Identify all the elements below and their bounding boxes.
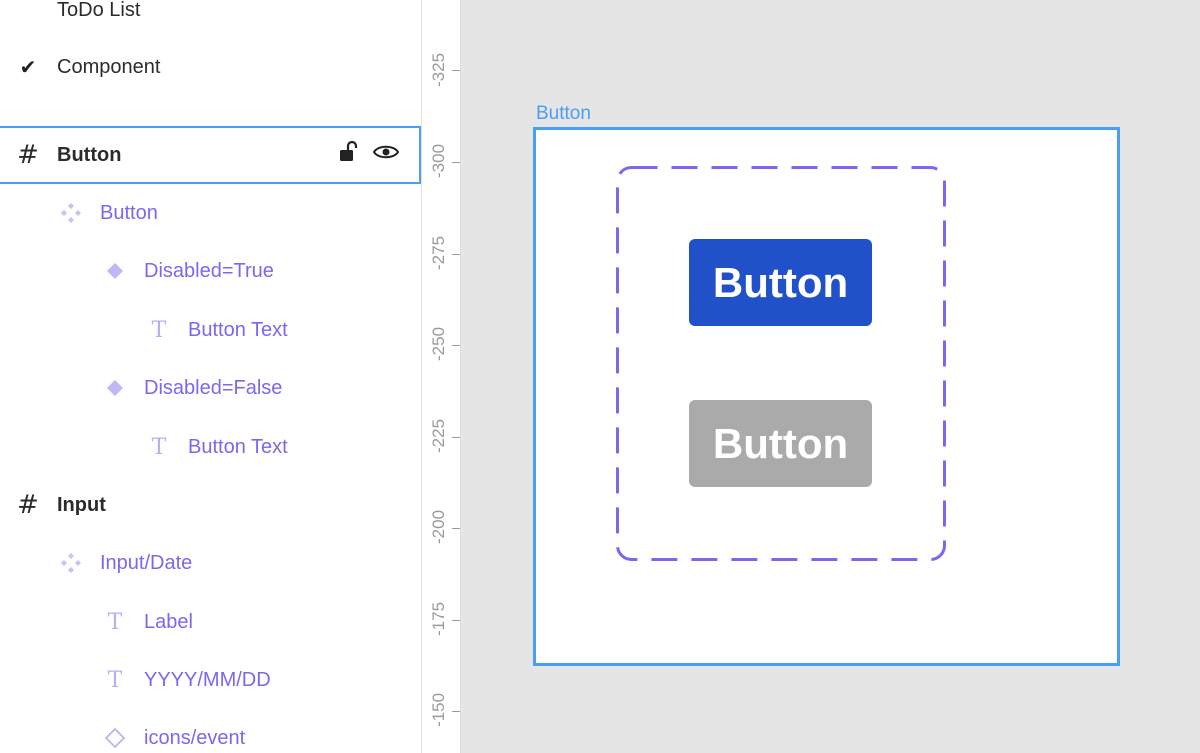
layer-text-label[interactable]: T Label xyxy=(0,602,421,642)
text-icon: T xyxy=(151,317,167,343)
layer-variant-disabled-true[interactable]: Disabled=True xyxy=(0,251,421,291)
layer-label: Disabled=True xyxy=(144,259,274,282)
layer-button-frame[interactable]: # Button xyxy=(0,126,421,184)
ruler-label: -275 xyxy=(429,235,448,270)
ruler-tick xyxy=(452,620,460,621)
frame-icon: # xyxy=(17,140,39,170)
vertical-ruler: -325 -300 -275 -250 -225 -200 -175 -150 xyxy=(422,0,461,753)
ruler-label: -250 xyxy=(429,326,448,361)
layer-label: Disabled=False xyxy=(144,376,283,399)
layers-panel: ToDo List ✔ Component # Button Button Di… xyxy=(0,0,422,753)
layer-label: icons/event xyxy=(144,726,246,749)
layer-label: Component xyxy=(57,55,161,78)
component-icon xyxy=(103,259,127,283)
frame-name-label[interactable]: Button xyxy=(536,103,591,125)
component-set-icon xyxy=(59,201,83,225)
layer-text-button-text[interactable]: T Button Text xyxy=(0,427,421,467)
layer-text-date[interactable]: T YYYY/MM/DD xyxy=(0,660,421,700)
checkmark-icon: ✔ xyxy=(19,56,37,79)
disabled-button-variant[interactable]: Button xyxy=(689,400,872,487)
component-icon xyxy=(103,376,127,400)
layer-label: Button Text xyxy=(188,318,288,341)
layer-input-frame[interactable]: # Input xyxy=(0,485,421,525)
layer-label: Label xyxy=(144,610,193,633)
ruler-label: -300 xyxy=(429,143,448,178)
text-icon: T xyxy=(151,434,167,460)
layer-instance-icons-event[interactable]: icons/event xyxy=(0,718,421,753)
ruler-label: -325 xyxy=(429,52,448,87)
component-set-icon xyxy=(59,551,83,575)
ruler-tick xyxy=(452,254,460,255)
ruler-tick xyxy=(452,528,460,529)
text-icon: T xyxy=(107,667,123,693)
layer-label: Button xyxy=(100,201,158,224)
ruler-tick xyxy=(452,70,460,71)
ruler-label: -225 xyxy=(429,418,448,453)
layer-text-button-text[interactable]: T Button Text xyxy=(0,310,421,350)
layer-label: ToDo List xyxy=(57,0,141,21)
ruler-label: -150 xyxy=(429,692,448,727)
layer-todo-list[interactable]: ToDo List xyxy=(0,0,421,30)
ruler-tick xyxy=(452,345,460,346)
layer-label: Button Text xyxy=(188,435,288,458)
text-icon: T xyxy=(107,609,123,635)
component-set-outline[interactable] xyxy=(616,166,946,561)
frame-icon: # xyxy=(17,490,39,520)
ruler-label: -175 xyxy=(429,601,448,636)
layer-label: Input/Date xyxy=(100,551,193,574)
ruler-tick xyxy=(452,711,460,712)
instance-icon xyxy=(103,726,127,750)
layer-label: Input xyxy=(57,493,106,516)
eye-icon[interactable] xyxy=(372,142,400,168)
layer-label: YYYY/MM/DD xyxy=(144,668,271,691)
layer-button-component-set[interactable]: Button xyxy=(0,193,421,233)
ruler-tick xyxy=(452,437,460,438)
layer-variant-disabled-false[interactable]: Disabled=False xyxy=(0,368,421,408)
ruler-tick xyxy=(452,162,460,163)
unlock-icon[interactable] xyxy=(339,140,359,170)
primary-button-variant[interactable]: Button xyxy=(689,239,872,326)
layer-component-page[interactable]: ✔ Component xyxy=(0,47,421,87)
layer-label: Button xyxy=(57,143,122,166)
layer-input-date-component-set[interactable]: Input/Date xyxy=(0,543,421,583)
ruler-label: -200 xyxy=(429,509,448,544)
